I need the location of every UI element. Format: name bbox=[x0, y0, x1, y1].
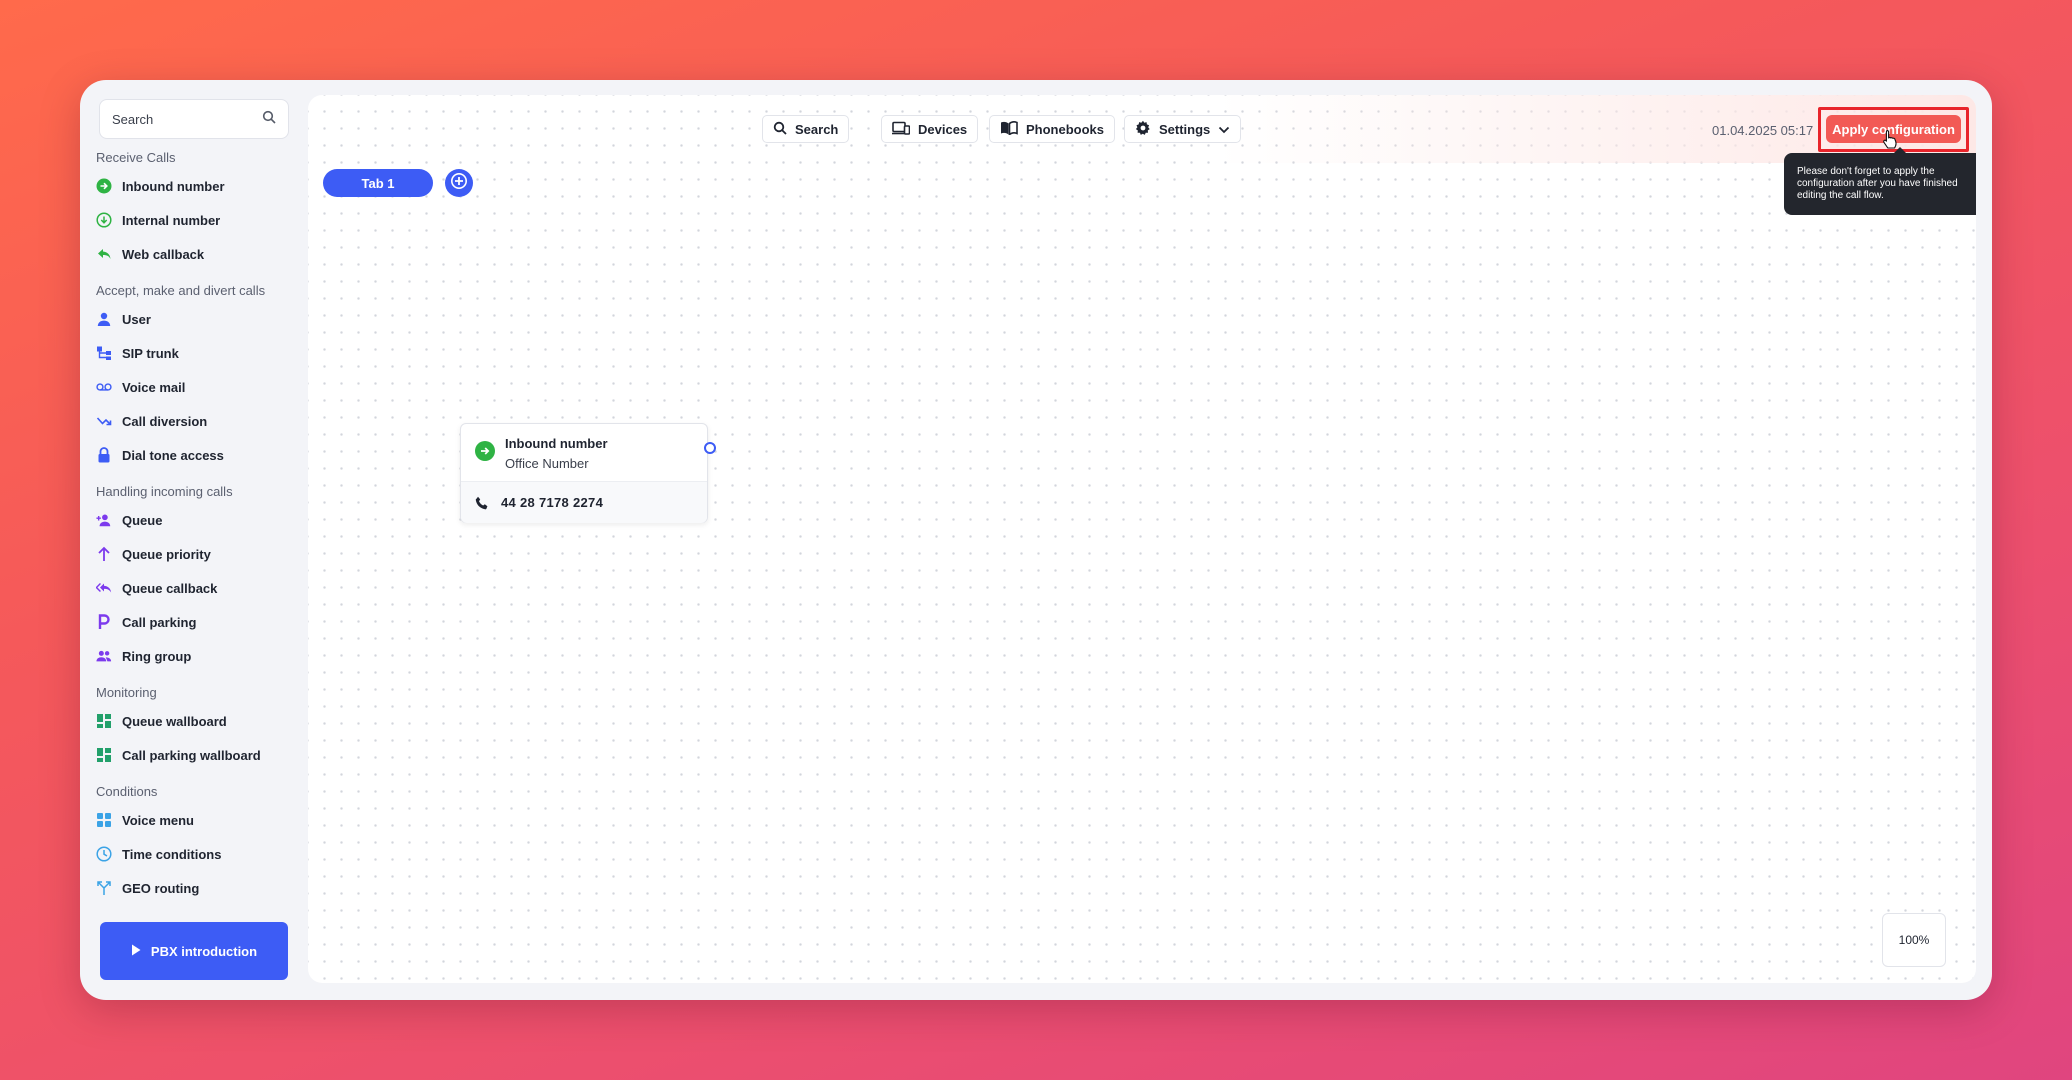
devices-icon bbox=[892, 121, 911, 138]
plus-circle-icon bbox=[450, 172, 468, 195]
app-window: Search Receive Calls Inbound number Inte… bbox=[80, 80, 1992, 1000]
section-accept-calls: Accept, make and divert calls bbox=[96, 283, 266, 298]
sidebar-item-time-conditions[interactable]: Time conditions bbox=[96, 840, 296, 868]
sidebar-item-label: Web callback bbox=[122, 246, 205, 262]
sidebar-item-voice-menu[interactable]: Voice menu bbox=[96, 806, 296, 834]
section-conditions: Conditions bbox=[96, 784, 158, 799]
apply-reminder-tooltip: Please don't forget to apply the configu… bbox=[1784, 147, 1976, 215]
dashboard-icon bbox=[96, 747, 112, 763]
sidebar-item-geo-routing[interactable]: GEO routing bbox=[96, 874, 296, 902]
grid-menu-icon bbox=[96, 812, 112, 828]
sidebar-item-queue-callback[interactable]: Queue callback bbox=[96, 574, 296, 602]
sidebar-item-user[interactable]: User bbox=[96, 305, 296, 333]
sidebar-item-voice-mail[interactable]: Voice mail bbox=[96, 373, 296, 401]
node-title: Inbound number bbox=[505, 436, 608, 451]
sidebar-item-inbound-number[interactable]: Inbound number bbox=[96, 172, 296, 200]
search-icon bbox=[262, 110, 276, 129]
section-monitoring: Monitoring bbox=[96, 685, 157, 700]
sidebar-search-placeholder: Search bbox=[112, 111, 154, 127]
toolbar-settings-label: Settings bbox=[1159, 121, 1211, 137]
sidebar-item-label: GEO routing bbox=[122, 880, 200, 896]
sidebar-search-input[interactable]: Search bbox=[99, 99, 289, 139]
sidebar-item-label: Dial tone access bbox=[122, 447, 224, 463]
section-receive-calls: Receive Calls bbox=[96, 150, 176, 165]
sidebar-item-label: Queue bbox=[122, 512, 163, 528]
tooltip-text: Please don't forget to apply the configu… bbox=[1797, 166, 1958, 201]
reply-all-icon bbox=[96, 580, 112, 596]
section-handling-calls: Handling incoming calls bbox=[96, 484, 233, 499]
pbx-introduction-button[interactable]: PBX introduction bbox=[100, 922, 288, 980]
sidebar-item-label: SIP trunk bbox=[122, 345, 179, 361]
node-subtitle: Office Number bbox=[505, 456, 589, 471]
parking-icon bbox=[96, 614, 112, 630]
diversion-arrow-icon bbox=[96, 413, 112, 429]
dashboard-icon bbox=[96, 713, 112, 729]
arrow-right-circle-icon bbox=[475, 441, 495, 461]
sidebar-item-label: Queue priority bbox=[122, 546, 211, 562]
voicemail-icon bbox=[96, 379, 112, 395]
sidebar-item-label: Inbound number bbox=[122, 178, 225, 194]
sidebar-item-call-parking[interactable]: Call parking bbox=[96, 608, 296, 636]
inbound-number-node[interactable]: Inbound number Office Number 44 28 7178 … bbox=[460, 423, 708, 523]
toolbar-search-label: Search bbox=[795, 121, 839, 137]
toolbar-devices-label: Devices bbox=[918, 121, 968, 137]
sidebar-item-label: Call diversion bbox=[122, 413, 208, 429]
sidebar-item-ring-group[interactable]: Ring group bbox=[96, 642, 296, 670]
sip-trunk-icon bbox=[96, 345, 112, 361]
add-tab-button[interactable] bbox=[445, 169, 473, 197]
search-icon bbox=[773, 121, 787, 138]
clock-icon bbox=[96, 846, 112, 862]
gear-icon bbox=[1135, 120, 1151, 139]
sidebar-item-call-diversion[interactable]: Call diversion bbox=[96, 407, 296, 435]
arrow-up-icon bbox=[96, 546, 112, 562]
sidebar: Search Receive Calls Inbound number Inte… bbox=[80, 80, 308, 1000]
sidebar-item-label: Queue callback bbox=[122, 580, 218, 596]
sidebar-item-web-callback[interactable]: Web callback bbox=[96, 240, 296, 268]
user-icon bbox=[96, 311, 112, 327]
sidebar-item-queue-priority[interactable]: Queue priority bbox=[96, 540, 296, 568]
play-icon bbox=[131, 944, 141, 959]
toolbar-devices-button[interactable]: Devices bbox=[881, 115, 979, 143]
phone-icon bbox=[475, 496, 489, 515]
arrow-down-circle-icon bbox=[96, 212, 112, 228]
toolbar-phonebooks-button[interactable]: Phonebooks bbox=[989, 115, 1116, 143]
sidebar-item-call-parking-wallboard[interactable]: Call parking wallboard bbox=[96, 741, 296, 769]
sidebar-item-label: Queue wallboard bbox=[122, 713, 227, 729]
sidebar-item-label: Voice menu bbox=[122, 812, 195, 828]
hand-pointer-cursor-icon bbox=[1881, 129, 1899, 156]
toolbar-phonebooks-label: Phonebooks bbox=[1026, 121, 1105, 137]
chevron-down-icon bbox=[1218, 122, 1230, 137]
book-icon bbox=[1000, 120, 1018, 138]
sidebar-item-dial-tone-access[interactable]: Dial tone access bbox=[96, 441, 296, 469]
sidebar-item-label: Time conditions bbox=[122, 846, 222, 862]
sidebar-item-label: Call parking bbox=[122, 614, 197, 630]
reply-arrow-icon bbox=[96, 246, 112, 262]
add-user-icon bbox=[96, 512, 112, 528]
sidebar-item-internal-number[interactable]: Internal number bbox=[96, 206, 296, 234]
zoom-level-indicator[interactable]: 100% bbox=[1882, 913, 1946, 967]
node-output-handle[interactable] bbox=[704, 442, 716, 454]
node-header: Inbound number Office Number bbox=[461, 424, 707, 482]
sidebar-item-label: User bbox=[122, 311, 151, 327]
lock-icon bbox=[96, 447, 112, 463]
toolbar-search-button[interactable]: Search bbox=[762, 115, 850, 143]
current-datetime: 01.04.2025 05:17 bbox=[1712, 123, 1814, 138]
group-icon bbox=[96, 648, 112, 664]
sidebar-item-queue[interactable]: Queue bbox=[96, 506, 296, 534]
tab-1[interactable]: Tab 1 bbox=[323, 169, 433, 197]
sidebar-item-sip-trunk[interactable]: SIP trunk bbox=[96, 339, 296, 367]
pbx-introduction-label: PBX introduction bbox=[150, 943, 258, 959]
sidebar-item-label: Ring group bbox=[122, 648, 192, 664]
sidebar-item-label: Internal number bbox=[122, 212, 221, 228]
call-flow-canvas[interactable]: Search Devices Phonebooks Settings 01.04… bbox=[308, 95, 1976, 983]
toolbar-settings-dropdown[interactable]: Settings bbox=[1124, 115, 1242, 143]
node-footer: 44 28 7178 2274 bbox=[461, 482, 707, 523]
sidebar-item-queue-wallboard[interactable]: Queue wallboard bbox=[96, 707, 296, 735]
node-phone-number: 44 28 7178 2274 bbox=[501, 495, 604, 510]
arrow-right-circle-icon bbox=[96, 178, 112, 194]
sidebar-item-label: Call parking wallboard bbox=[122, 747, 261, 763]
split-arrow-icon bbox=[96, 880, 112, 896]
sidebar-item-label: Voice mail bbox=[122, 379, 186, 395]
